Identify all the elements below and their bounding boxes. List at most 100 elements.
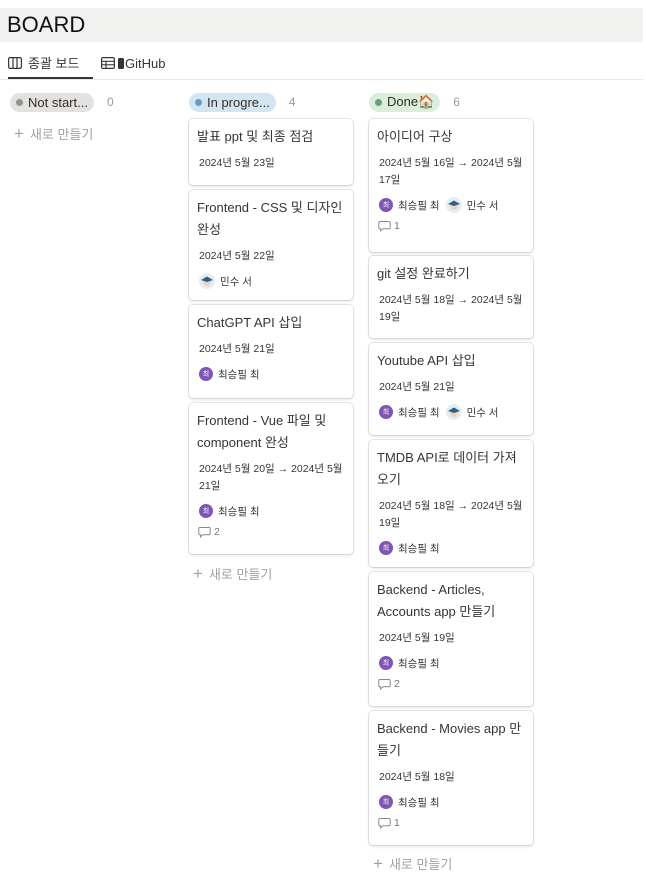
new-card-button[interactable]: + 새로 만들기 <box>189 562 272 584</box>
status-label: In progre... <box>207 94 270 110</box>
column-header: Not start... 0 <box>10 88 174 116</box>
card[interactable]: TMDB API로 데이터 가져오기 2024년 5월 18일 → 2024년 … <box>369 440 533 567</box>
tab-board-label: 종괄 보드 <box>28 56 80 71</box>
card[interactable]: Frontend - Vue 파일 및 component 완성 2024년 5… <box>189 403 353 554</box>
column-header: In progre... 4 <box>189 88 353 116</box>
column-count: 0 <box>106 95 114 109</box>
assignee-name: 민수 서 <box>466 199 499 212</box>
card-date: 2024년 5월 23일 <box>199 157 275 169</box>
assignee-name: 최승필 최 <box>398 406 440 419</box>
card-assignees: 최 최승필 최 <box>197 502 345 520</box>
card-date: 2024년 5월 22일 <box>199 250 275 262</box>
assignee-name: 최승필 최 <box>218 368 260 381</box>
avatar-icon: 최 <box>379 198 393 212</box>
card-assignees: 최 최승필 최 <box>197 365 345 383</box>
new-card-button[interactable]: + 새로 만들기 <box>10 122 174 144</box>
card-date: 2024년 5월 16일 → 2024년 5월 17일 <box>379 157 523 186</box>
avatar-icon: 최 <box>379 541 393 555</box>
tab-board[interactable]: 종괄 보드 <box>8 48 93 79</box>
card-date: 2024년 5월 18일 → 2024년 5월 19일 <box>379 294 523 323</box>
avatar-icon: 최 <box>379 405 393 419</box>
column-count: 4 <box>288 95 296 109</box>
comment-icon <box>198 527 211 538</box>
card-date: 2024년 5월 20일 → 2024년 5월 21일 <box>199 463 343 492</box>
avatar-icon: 최 <box>199 367 213 381</box>
card-date: 2024년 5월 19일 <box>379 632 455 644</box>
card[interactable]: Frontend - CSS 및 디자인 완성 2024년 5월 22일 민수 … <box>189 190 353 300</box>
column-not-started: Not start... 0 + 새로 만들기 <box>10 88 174 144</box>
avatar-icon <box>445 197 462 213</box>
card-title: Frontend - Vue 파일 및 component 완성 <box>197 413 327 450</box>
card-title: git 설정 완료하기 <box>377 266 470 281</box>
tab-github-label: GitHub <box>125 55 166 71</box>
new-card-button[interactable]: + 새로 만들기 <box>369 852 452 874</box>
assignee-name: 민수 서 <box>220 275 252 288</box>
column-done: Done🏠 6 아이디어 구상 2024년 5월 16일 → 2024년 5월 … <box>369 88 533 872</box>
card[interactable]: 발표 ppt 및 최종 점검 2024년 5월 23일 <box>189 119 353 185</box>
table-icon <box>101 57 115 69</box>
assignee-name: 최승필 최 <box>398 657 440 670</box>
card-title: Backend - Articles, Accounts app 만들기 <box>377 582 496 619</box>
avatar-icon: 최 <box>199 504 213 518</box>
assignee-name: 최승필 최 <box>398 199 440 212</box>
comment-count: 1 <box>377 817 525 829</box>
comment-icon <box>378 221 391 232</box>
assignee-name: 최승필 최 <box>398 542 440 555</box>
column-count: 6 <box>453 95 460 109</box>
card[interactable]: ChatGPT API 삽입 2024년 5월 21일 최 최승필 최 <box>189 305 353 398</box>
comment-count: 1 <box>377 220 525 232</box>
status-dot-icon <box>375 98 382 106</box>
comment-count-value: 1 <box>394 817 400 829</box>
page-title: BOARD <box>0 8 643 42</box>
status-dot-icon <box>16 98 23 106</box>
comment-count: 2 <box>377 678 525 690</box>
status-pill-in-progress[interactable]: In progre... <box>189 92 276 112</box>
card-title: Backend - Movies app 만들기 <box>377 721 522 758</box>
comment-count-value: 2 <box>214 526 220 538</box>
plus-icon: + <box>14 123 24 143</box>
new-card-label: 새로 만들기 <box>388 856 453 872</box>
comment-count-value: 2 <box>394 678 400 690</box>
tab-github[interactable]: GitHub <box>101 48 165 78</box>
comment-count: 2 <box>197 526 345 538</box>
assignee-name: 최승필 최 <box>398 796 440 809</box>
card-assignees: 최 최승필 최 <box>377 793 525 811</box>
card[interactable]: Backend - Movies app 만들기 2024년 5월 18일 최 … <box>369 711 533 845</box>
github-icon <box>118 57 124 69</box>
avatar-icon: 최 <box>379 795 393 809</box>
status-label: Done🏠 <box>387 94 435 109</box>
card-assignees: 최 최승필 최 <box>377 654 525 672</box>
new-card-label: 새로 만들기 <box>29 126 94 142</box>
comment-count-value: 1 <box>394 220 400 232</box>
status-dot-icon <box>195 98 202 106</box>
card-assignees: 최 최승필 최 <box>377 539 525 557</box>
avatar-icon <box>199 273 215 289</box>
card-date: 2024년 5월 18일 <box>379 771 455 783</box>
status-pill-done[interactable]: Done🏠 <box>369 92 441 112</box>
card-date: 2024년 5월 18일 → 2024년 5월 19일 <box>379 500 523 529</box>
comment-icon <box>378 818 391 829</box>
card-title: 발표 ppt 및 최종 점검 <box>197 129 314 144</box>
comment-icon <box>378 679 391 690</box>
card[interactable]: git 설정 완료하기 2024년 5월 18일 → 2024년 5월 19일 <box>369 256 533 338</box>
card-date: 2024년 5월 21일 <box>199 343 275 355</box>
avatar-icon: 최 <box>379 656 393 670</box>
status-label: Not start... <box>28 94 88 110</box>
card-title: Frontend - CSS 및 디자인 완성 <box>197 200 343 237</box>
new-card-label: 새로 만들기 <box>208 566 273 582</box>
card-title: ChatGPT API 삽입 <box>197 315 303 330</box>
card-title: TMDB API로 데이터 가져오기 <box>377 450 517 487</box>
status-pill-not-started[interactable]: Not start... <box>10 92 94 112</box>
card-date: 2024년 5월 21일 <box>379 381 455 393</box>
card-assignees: 민수 서 <box>197 272 345 290</box>
card[interactable]: Backend - Articles, Accounts app 만들기 202… <box>369 572 533 706</box>
card-assignees: 최 최승필 최 민수 서 <box>377 196 525 214</box>
card-title: 아이디어 구상 <box>377 129 453 144</box>
column-in-progress: In progre... 4 발표 ppt 및 최종 점검 2024년 5월 2… <box>189 88 353 863</box>
plus-icon: + <box>373 853 383 873</box>
card[interactable]: Youtube API 삽입 2024년 5월 21일 최 최승필 최 민수 서 <box>369 343 533 435</box>
assignee-name: 최승필 최 <box>218 505 260 518</box>
card-assignees: 최 최승필 최 민수 서 <box>377 403 525 421</box>
card[interactable]: 아이디어 구상 2024년 5월 16일 → 2024년 5월 17일 최 최승… <box>369 119 533 252</box>
card-title: Youtube API 삽입 <box>377 353 476 368</box>
